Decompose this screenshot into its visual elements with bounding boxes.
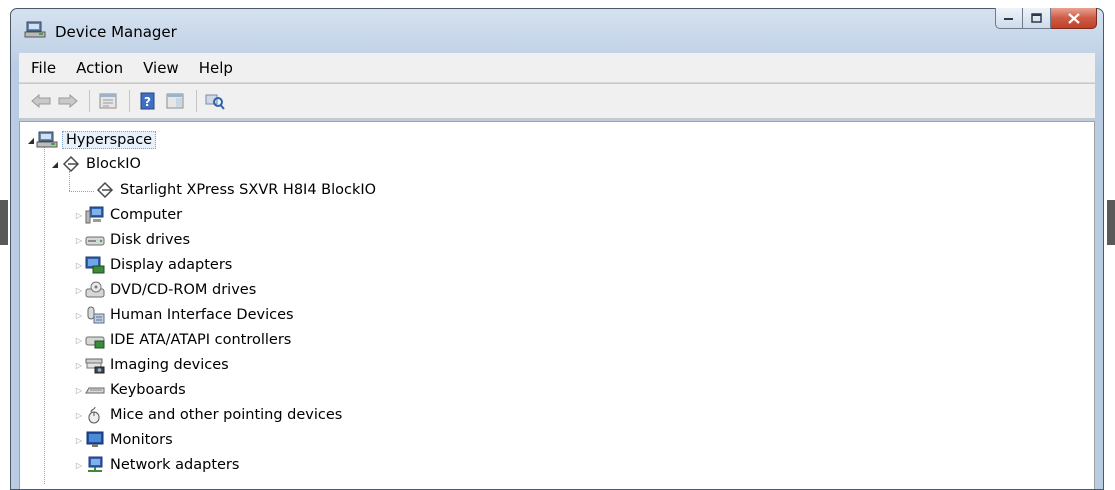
expand-arrow-icon[interactable]: ▷ [74, 286, 84, 295]
tree-category-label: DVD/CD-ROM drives [110, 282, 257, 298]
collapse-arrow-icon[interactable]: ◢ [50, 160, 60, 169]
hid-icon [84, 305, 106, 325]
minimize-icon [1004, 18, 1013, 20]
dvd-drive-icon [84, 280, 106, 300]
tree-category-label: Human Interface Devices [110, 307, 294, 323]
back-button[interactable] [29, 89, 53, 113]
background-window-edge-right [1107, 200, 1115, 245]
tree-category-label: Mice and other pointing devices [110, 407, 343, 423]
expand-arrow-icon[interactable]: ▷ [74, 336, 84, 345]
tree-device-label: Starlight XPress SXVR H8I4 BlockIO [120, 182, 377, 198]
tree-category-label: Keyboards [110, 382, 186, 398]
show-hide-tree-button[interactable] [163, 89, 187, 113]
display-adapter-icon [84, 255, 106, 275]
tree-category-label: Display adapters [110, 257, 233, 273]
expand-arrow-icon[interactable]: ▷ [74, 261, 84, 270]
tree-category-label: Network adapters [110, 457, 240, 473]
toolbar-separator [89, 90, 90, 112]
tree-device-starlight[interactable]: Starlight XPress SXVR H8I4 BlockIO [94, 178, 376, 202]
expand-arrow-icon[interactable]: ▷ [74, 436, 84, 445]
scan-hardware-button[interactable] [203, 89, 227, 113]
maximize-icon [1031, 13, 1042, 23]
tree-category-display-adapters[interactable]: ▷ Display adapters [74, 253, 232, 277]
network-adapter-icon [84, 455, 106, 475]
tree-category-label: Imaging devices [110, 357, 229, 373]
help-icon: ? [140, 92, 155, 110]
expand-arrow-icon[interactable]: ▷ [74, 236, 84, 245]
tree-root-label: Hyperspace [62, 131, 157, 149]
tree-category-hid[interactable]: ▷ Human Interface Devices [74, 303, 294, 327]
computer-icon [84, 205, 106, 225]
device-tree[interactable]: ◢ Hyperspace ◢ BlockIO Starlight XPress … [19, 121, 1095, 489]
collapse-arrow-icon[interactable]: ◢ [26, 136, 36, 145]
tree-category-computer[interactable]: ▷ Computer [74, 203, 182, 227]
computer-network-icon [36, 130, 58, 150]
expand-arrow-icon[interactable]: ▷ [74, 311, 84, 320]
tree-category-blockio[interactable]: ◢ BlockIO [50, 152, 141, 176]
forward-button[interactable] [56, 89, 80, 113]
menu-view[interactable]: View [143, 59, 179, 77]
tree-category-label: Computer [110, 207, 183, 223]
menu-bar: File Action View Help [19, 53, 1095, 83]
tree-category-label: IDE ATA/ATAPI controllers [110, 332, 292, 348]
minimize-button[interactable] [995, 8, 1023, 29]
disk-drive-icon [84, 230, 106, 250]
menu-help[interactable]: Help [199, 59, 233, 77]
scan-hardware-icon [205, 94, 225, 110]
show-hide-tree-icon [166, 93, 184, 109]
camera-icon [84, 355, 106, 375]
tree-category-disk-drives[interactable]: ▷ Disk drives [74, 228, 190, 252]
menu-action[interactable]: Action [76, 59, 123, 77]
tree-line [44, 147, 45, 484]
close-button[interactable] [1051, 8, 1097, 29]
device-manager-icon [24, 20, 46, 44]
expand-arrow-icon[interactable]: ▷ [74, 461, 84, 470]
caption-buttons [995, 8, 1097, 30]
mouse-icon [84, 405, 106, 425]
maximize-button[interactable] [1023, 8, 1051, 29]
help-button[interactable]: ? [136, 89, 160, 113]
background-window-edge-left [0, 200, 8, 245]
toolbar: ? [19, 84, 1095, 119]
tree-category-network-adapters[interactable]: ▷ Network adapters [74, 453, 239, 477]
window-title: Device Manager [55, 23, 177, 41]
forward-arrow-icon [58, 94, 78, 108]
svg-text:?: ? [144, 95, 151, 109]
tree-line [69, 191, 94, 192]
tree-category-dvd-drives[interactable]: ▷ DVD/CD-ROM drives [74, 278, 256, 302]
toolbar-separator [129, 90, 130, 112]
monitor-icon [84, 430, 106, 450]
properties-icon [99, 93, 117, 109]
close-icon [1067, 12, 1080, 24]
tree-category-ide-controllers[interactable]: ▷ IDE ATA/ATAPI controllers [74, 328, 291, 352]
ide-controller-icon [84, 330, 106, 350]
toolbar-separator [196, 90, 197, 112]
expand-arrow-icon[interactable]: ▷ [74, 361, 84, 370]
tree-category-mice[interactable]: ▷ Mice and other pointing devices [74, 403, 342, 427]
tree-root[interactable]: ◢ Hyperspace [26, 128, 157, 152]
diamond-connector-icon [94, 180, 116, 200]
diamond-connector-icon [60, 154, 82, 174]
tree-category-keyboards[interactable]: ▷ Keyboards [74, 378, 186, 402]
expand-arrow-icon[interactable]: ▷ [74, 211, 84, 220]
tree-category-label: BlockIO [86, 156, 141, 172]
device-manager-window: Device Manager File Action View Help ? ◢… [10, 8, 1104, 490]
expand-arrow-icon[interactable]: ▷ [74, 386, 84, 395]
title-bar[interactable]: Device Manager [11, 8, 1103, 49]
properties-button[interactable] [96, 89, 120, 113]
tree-category-imaging-devices[interactable]: ▷ Imaging devices [74, 353, 229, 377]
tree-category-monitors[interactable]: ▷ Monitors [74, 428, 173, 452]
tree-category-label: Disk drives [110, 232, 191, 248]
tree-category-label: Monitors [110, 432, 173, 448]
back-arrow-icon [31, 94, 51, 108]
keyboard-icon [84, 380, 106, 400]
expand-arrow-icon[interactable]: ▷ [74, 411, 84, 420]
menu-file[interactable]: File [31, 59, 56, 77]
